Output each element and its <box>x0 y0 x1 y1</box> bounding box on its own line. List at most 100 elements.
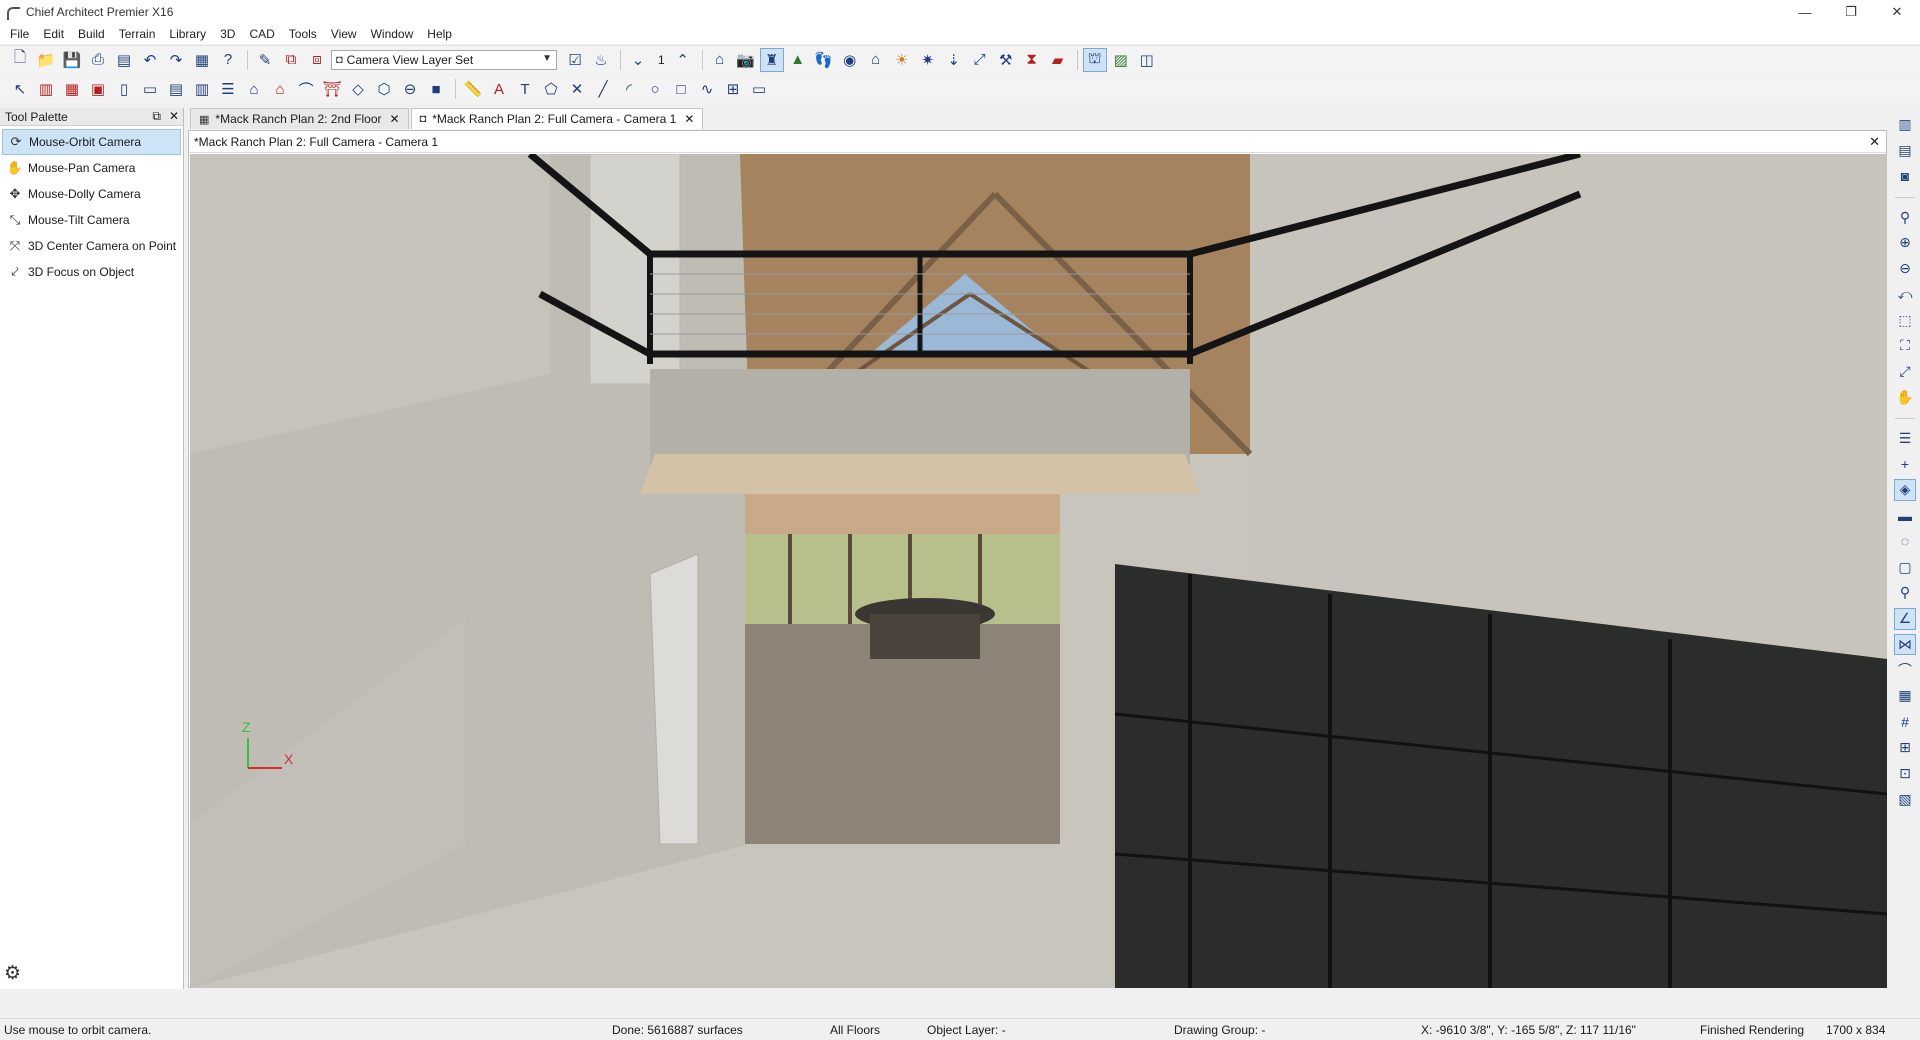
adjust-material-icon[interactable]: ⇣ <box>942 48 966 72</box>
object-snap-icon[interactable]: ⋈ <box>1894 633 1916 656</box>
stairs-icon[interactable]: ▥ <box>190 77 214 101</box>
undo-zoom-icon[interactable]: ⤺ <box>1894 284 1916 306</box>
undo-icon[interactable]: ↶ <box>138 48 162 72</box>
color-toggle-icon[interactable]: ◈ <box>1894 478 1916 501</box>
overview-icon[interactable]: ▲ <box>786 48 810 72</box>
floor-up-icon[interactable]: ⌃ <box>671 48 695 72</box>
menu-cad[interactable]: CAD <box>242 27 281 41</box>
tool-3d-center-camera[interactable]: ⤧ 3D Center Camera on Point <box>0 233 183 259</box>
arc-snap-icon[interactable]: ⌒ <box>1894 659 1916 681</box>
shelf-icon[interactable]: ▤ <box>164 77 188 101</box>
dimension-snap-icon[interactable]: ⊡ <box>1894 762 1916 784</box>
floor-layer-icon[interactable]: ☰ <box>216 77 240 101</box>
cad-polygon-icon[interactable]: ⬠ <box>539 77 563 101</box>
tool-mouse-pan-camera[interactable]: ✋ Mouse-Pan Camera <box>0 155 183 181</box>
menu-view[interactable]: View <box>324 27 364 41</box>
layer-import-icon[interactable]: ⧈ <box>305 48 329 72</box>
line-weight-icon[interactable]: ▬ <box>1894 505 1916 527</box>
cube-icon[interactable]: ■ <box>424 77 448 101</box>
house-roof-icon[interactable]: ⌂ <box>268 77 292 101</box>
tool-mouse-dolly-camera[interactable]: ✥ Mouse-Dolly Camera <box>0 181 183 207</box>
delete-x-icon[interactable]: ✕ <box>565 77 589 101</box>
select-arrow-icon[interactable]: ↖ <box>8 77 32 101</box>
tab-2nd-floor[interactable]: ▦ *Mack Ranch Plan 2: 2nd Floor ✕ <box>190 108 409 129</box>
layer-export-icon[interactable]: ⧉ <box>279 48 303 72</box>
spray-can-icon[interactable]: ♨ <box>589 48 613 72</box>
minimize-button[interactable]: — <box>1782 0 1828 24</box>
print-preview-icon[interactable]: ▤ <box>112 48 136 72</box>
light-icon[interactable]: ✷ <box>916 48 940 72</box>
search-object-icon[interactable]: ⚲ <box>1894 582 1916 604</box>
render-icon[interactable]: ◉ <box>838 48 862 72</box>
menu-edit[interactable]: Edit <box>36 27 71 41</box>
tool-mouse-tilt-camera[interactable]: ⤡ Mouse-Tilt Camera <box>0 207 183 233</box>
markup-icon[interactable]: ▧ <box>1894 788 1916 810</box>
tab-close-icon[interactable]: ✕ <box>390 112 400 126</box>
cad-detail-icon[interactable]: ▭ <box>747 77 771 101</box>
menu-file[interactable]: File <box>3 27 36 41</box>
crosshair-icon[interactable]: + <box>1894 453 1916 475</box>
window-icon[interactable]: ▣ <box>86 77 110 101</box>
fill-window-icon[interactable]: ⬚ <box>1894 309 1916 331</box>
wall-icon[interactable]: ▥ <box>34 77 58 101</box>
floor-down-icon[interactable]: ⌄ <box>626 48 650 72</box>
plan-footprint-icon[interactable]: ▢ <box>1894 556 1916 578</box>
arch-icon[interactable]: ⌒ <box>294 77 318 101</box>
close-window-button[interactable]: ✕ <box>1874 0 1920 24</box>
text-style-icon[interactable]: A <box>487 77 511 101</box>
dimension-ruler-icon[interactable]: 📏 <box>461 77 485 101</box>
menu-help[interactable]: Help <box>420 27 459 41</box>
print-icon[interactable]: ⎙ <box>86 48 110 72</box>
full-camera-house-icon[interactable]: ⌂ <box>708 48 732 72</box>
opening-icon[interactable]: ▭ <box>138 77 162 101</box>
menu-library[interactable]: Library <box>162 27 213 41</box>
arc-icon[interactable]: ◜ <box>617 77 641 101</box>
sun-icon[interactable]: ☀ <box>890 48 914 72</box>
palette-close-icon[interactable]: ✕ <box>169 109 179 124</box>
material-painter-icon[interactable]: ⚒ <box>994 48 1018 72</box>
fit-all-icon[interactable]: ⤢ <box>1894 361 1916 383</box>
walkthrough-icon[interactable]: ♜ <box>759 47 784 72</box>
zoom-icon[interactable]: ⚲ <box>1894 206 1916 228</box>
ceiling-icon[interactable]: ⛩ <box>320 77 344 101</box>
menu-tools[interactable]: Tools <box>282 27 324 41</box>
edit-layer-icon[interactable]: ✎ <box>253 48 277 72</box>
slab-icon[interactable]: ◇ <box>346 77 370 101</box>
roof-plane-icon[interactable]: ⬡ <box>372 77 396 101</box>
layer-display-icon[interactable]: ▦ <box>190 48 214 72</box>
text-icon[interactable]: T <box>513 77 537 101</box>
building-icon[interactable]: ⌂ <box>242 77 266 101</box>
dollhouse-icon[interactable]: ⌂ <box>864 48 888 72</box>
cad-block-icon[interactable]: ⊞ <box>721 77 745 101</box>
menu-3d[interactable]: 3D <box>213 27 242 41</box>
active-view-icon[interactable]: ◙ <box>1894 166 1916 188</box>
new-file-icon[interactable]: 🗋 <box>8 48 32 72</box>
rectangle-icon[interactable]: □ <box>669 77 693 101</box>
tool-3d-focus-object[interactable]: ⤦ 3D Focus on Object <box>0 259 183 285</box>
fill-window-building-icon[interactable]: ⛶ <box>1894 335 1916 357</box>
camera-icon[interactable]: 📷 <box>734 48 758 72</box>
zoom-in-icon[interactable]: ⊕ <box>1894 232 1916 254</box>
dormer-icon[interactable]: ⊖ <box>398 77 422 101</box>
menu-window[interactable]: Window <box>364 27 421 41</box>
menu-build[interactable]: Build <box>71 27 112 41</box>
line-icon[interactable]: ╱ <box>591 77 615 101</box>
project-browser-icon[interactable]: ▤ <box>1894 140 1916 162</box>
save-icon[interactable]: 💾 <box>60 48 84 72</box>
tile-windows-icon[interactable]: ◫ <box>1135 48 1159 72</box>
layer-check-icon[interactable]: ☑ <box>563 48 587 72</box>
restore-button[interactable]: ❐ <box>1828 0 1874 24</box>
3d-view-icon[interactable]: ⛫ <box>1082 47 1107 72</box>
grid-display-icon[interactable]: # <box>1894 711 1916 733</box>
eyedropper-icon[interactable]: ⤢ <box>968 48 992 72</box>
undock-icon[interactable]: ⧉ <box>152 109 161 124</box>
library-browser-icon[interactable]: ▥ <box>1894 114 1916 136</box>
open-folder-icon[interactable]: 📁 <box>34 48 58 72</box>
pan-window-icon[interactable]: ✋ <box>1894 387 1916 409</box>
reference-grid-icon[interactable]: ⊞ <box>1894 737 1916 759</box>
cabinet-icon[interactable]: ▦ <box>60 77 84 101</box>
reference-display-icon[interactable]: ◌ <box>1894 530 1916 552</box>
tool-mouse-orbit-camera[interactable]: ⟳ Mouse-Orbit Camera <box>2 129 181 155</box>
landscape-icon[interactable]: ▨ <box>1109 48 1133 72</box>
door-icon[interactable]: ▯ <box>112 77 136 101</box>
